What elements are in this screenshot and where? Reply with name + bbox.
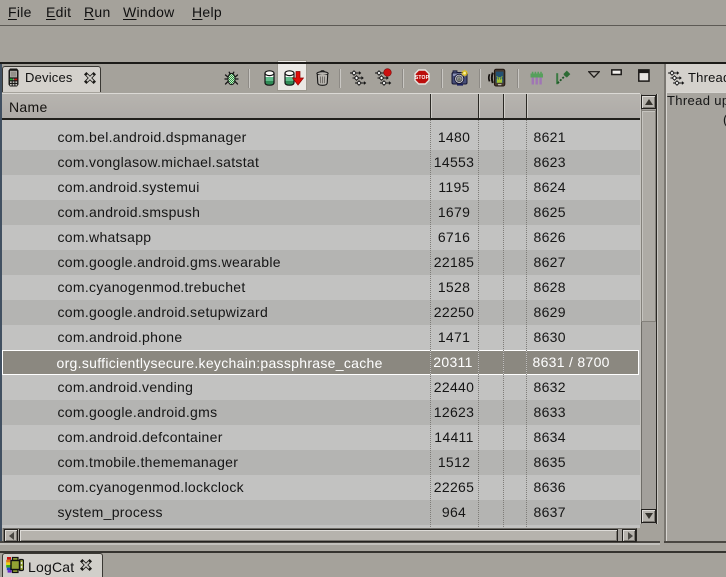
svg-text:STOP: STOP [415, 75, 430, 81]
